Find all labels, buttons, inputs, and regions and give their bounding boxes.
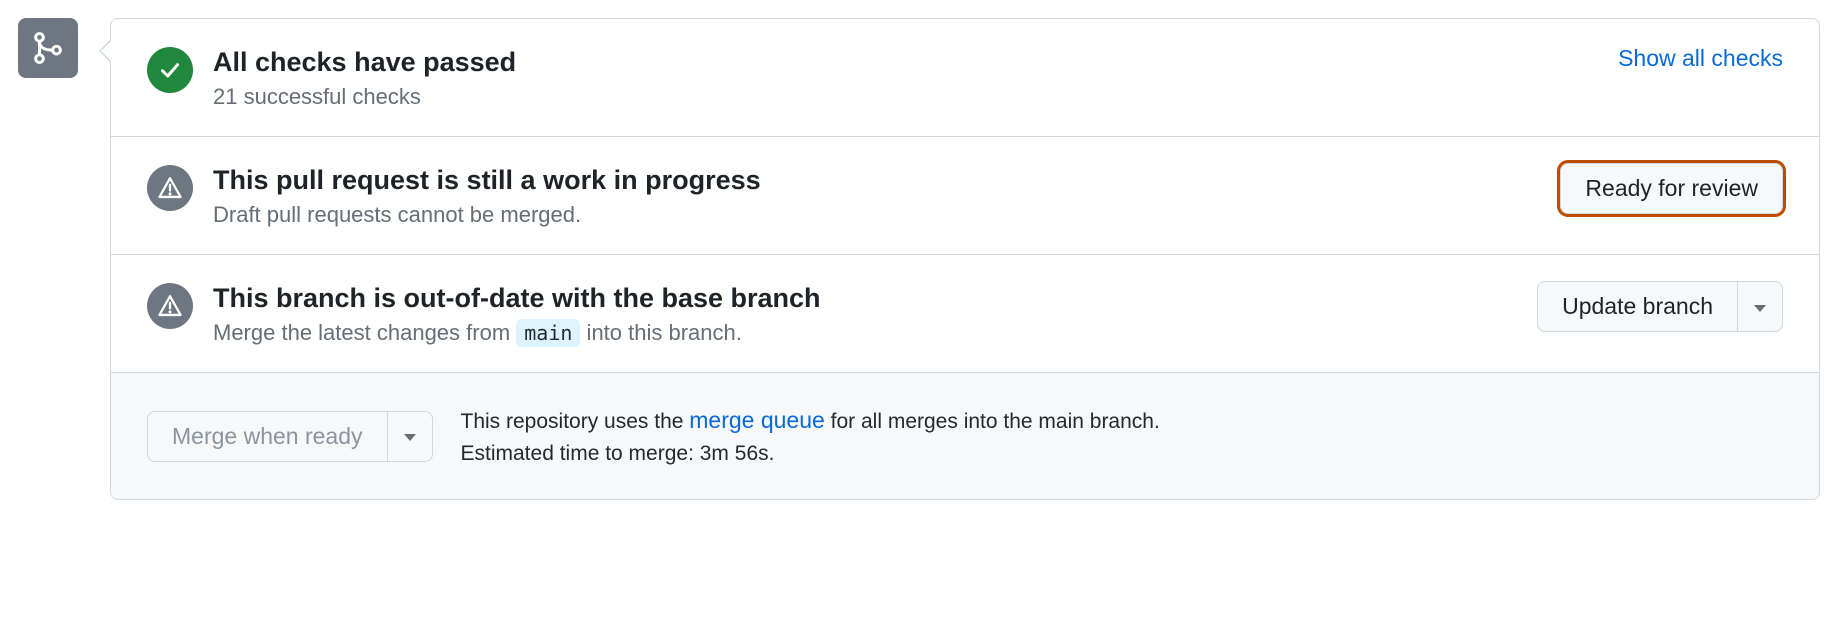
outofdate-pre: Merge the latest changes from xyxy=(213,320,516,345)
merge-when-ready-button[interactable]: Merge when ready xyxy=(147,411,388,462)
update-branch-group: Update branch xyxy=(1537,281,1783,332)
neutral-status-icon xyxy=(147,283,193,329)
draft-section: This pull request is still a work in pro… xyxy=(111,137,1819,255)
footer-line1-pre: This repository uses the xyxy=(461,410,690,433)
merge-footer: Merge when ready This repository uses th… xyxy=(111,373,1819,499)
merge-queue-link[interactable]: merge queue xyxy=(689,407,825,433)
neutral-status-icon xyxy=(147,165,193,211)
alert-triangle-icon xyxy=(157,175,183,201)
show-all-checks-link[interactable]: Show all checks xyxy=(1618,45,1783,72)
git-merge-badge xyxy=(18,18,78,78)
checks-section: All checks have passed 21 successful che… xyxy=(111,19,1819,137)
caret-down-icon xyxy=(1754,305,1766,312)
footer-line2: Estimated time to merge: 3m 56s. xyxy=(461,438,1160,470)
success-status-icon xyxy=(147,47,193,93)
update-branch-button[interactable]: Update branch xyxy=(1537,281,1738,332)
alert-triangle-icon xyxy=(157,293,183,319)
caret-down-icon xyxy=(404,434,416,441)
merge-when-ready-dropdown-button[interactable] xyxy=(388,411,433,462)
merge-status-panel: All checks have passed 21 successful che… xyxy=(110,18,1820,500)
update-branch-dropdown-button[interactable] xyxy=(1738,281,1783,332)
base-branch-pill: main xyxy=(516,319,580,347)
checks-subtitle: 21 successful checks xyxy=(213,84,1598,110)
draft-subtitle: Draft pull requests cannot be merged. xyxy=(213,202,1540,228)
outofdate-post: into this branch. xyxy=(580,320,741,345)
outofdate-subtitle: Merge the latest changes from main into … xyxy=(213,320,1517,346)
merge-footer-text: This repository uses the merge queue for… xyxy=(461,403,1160,469)
footer-line1-post: for all merges into the main branch. xyxy=(825,410,1160,433)
git-merge-icon xyxy=(31,31,65,65)
check-icon xyxy=(158,58,182,82)
outofdate-section: This branch is out-of-date with the base… xyxy=(111,255,1819,373)
draft-title: This pull request is still a work in pro… xyxy=(213,163,1540,198)
ready-for-review-button[interactable]: Ready for review xyxy=(1560,163,1783,214)
checks-title: All checks have passed xyxy=(213,45,1598,80)
merge-when-ready-group: Merge when ready xyxy=(147,411,433,462)
outofdate-title: This branch is out-of-date with the base… xyxy=(213,281,1517,316)
